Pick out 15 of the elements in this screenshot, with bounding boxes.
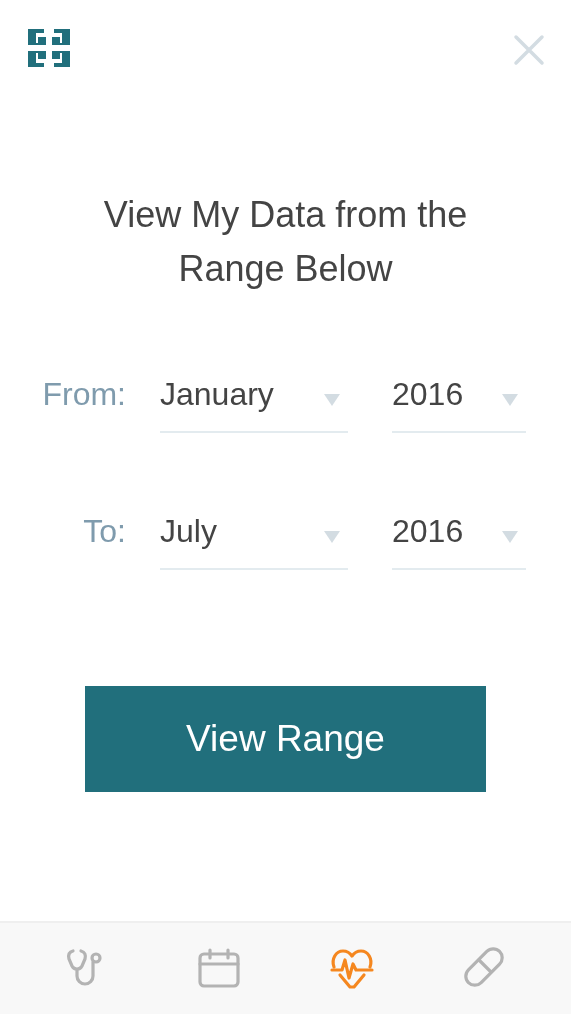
view-range-button[interactable]: View Range xyxy=(85,686,486,792)
close-icon[interactable] xyxy=(513,34,545,66)
caret-icon xyxy=(502,393,518,406)
year-dropdown[interactable]: 2016 xyxy=(392,376,526,433)
caret-icon xyxy=(324,393,340,406)
month-dropdown[interactable]: January xyxy=(160,376,348,433)
caret-icon xyxy=(502,530,518,543)
caret-icon xyxy=(324,530,340,543)
year-dropdown[interactable]: 2016 xyxy=(392,513,526,570)
heart-tab[interactable] xyxy=(329,946,374,991)
page-title: View My Data from the Range Below xyxy=(102,193,469,291)
range-label: To: xyxy=(82,513,126,551)
month-dropdown[interactable]: July xyxy=(160,513,348,570)
range-label: From: xyxy=(41,376,126,414)
calendar-tab[interactable] xyxy=(197,946,242,991)
